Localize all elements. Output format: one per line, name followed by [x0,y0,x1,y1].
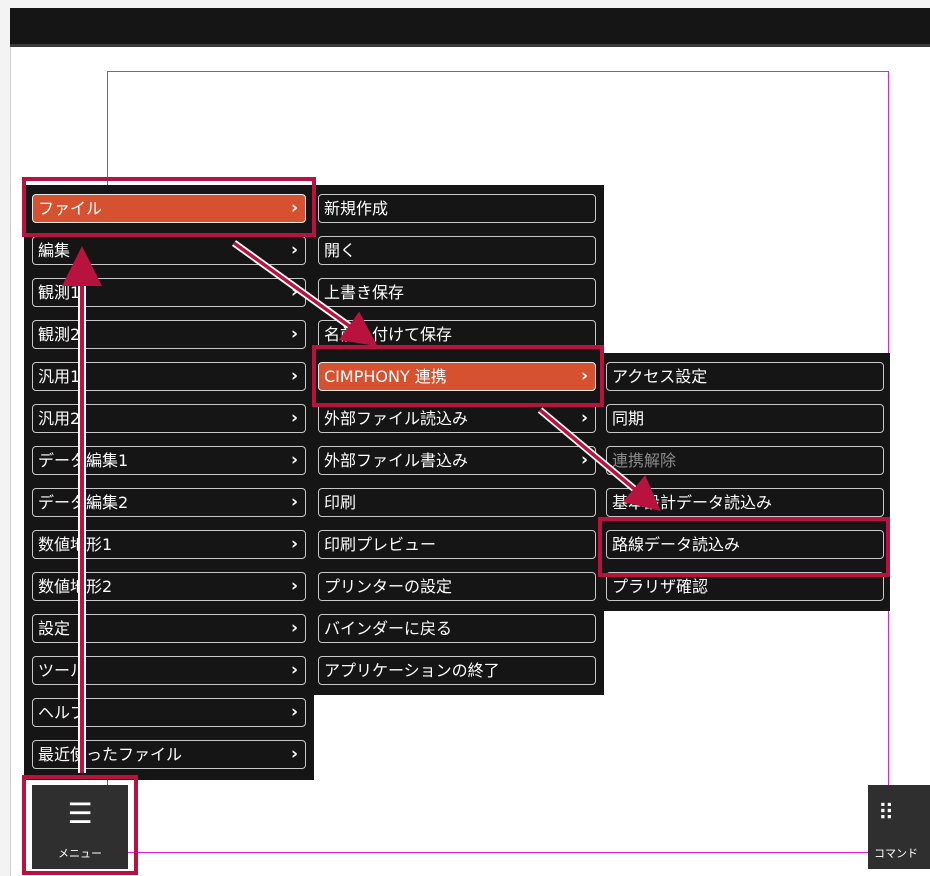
command-button-label: コマンド [874,847,918,860]
menu-item-edit[interactable]: 編集 › [32,236,306,265]
submenu-item-printer-settings[interactable]: プリンターの設定 [318,572,596,601]
title-bar [10,8,930,47]
grid-dots-icon: ⠿ [878,801,895,826]
submenu-item-import-external[interactable]: 外部ファイル読込み › [318,404,596,433]
chevron-right-icon: › [290,198,298,218]
chevron-right-icon: › [580,450,588,470]
menu-item-data-edit2[interactable]: データ編集2 › [32,488,306,517]
submenu-item-back-to-binder[interactable]: バインダーに戻る [318,614,596,643]
menu-item-terrain2[interactable]: 数値地形2 › [32,572,306,601]
submenu-item-export-external[interactable]: 外部ファイル書込み › [318,446,596,475]
chevron-right-icon: › [580,408,588,428]
menu-item-observation1[interactable]: 観測1 › [32,278,306,307]
menu-item-settings[interactable]: 設定 › [32,614,306,643]
chevron-right-icon: › [290,366,298,386]
chevron-right-icon: › [580,366,588,386]
chevron-right-icon: › [290,576,298,596]
submenu-item-new[interactable]: 新規作成 [318,194,596,223]
menu-item-tools[interactable]: ツール › [32,656,306,685]
menu-item-help[interactable]: ヘルプ › [32,698,306,727]
menu-button[interactable]: ☰ メニュー [32,785,128,869]
cimphony-item-access-settings[interactable]: アクセス設定 [606,362,884,391]
menu-item-recent-files[interactable]: 最近使ったファイル › [32,740,306,769]
list-icon: ☰ [67,797,93,830]
submenu-item-print[interactable]: 印刷 [318,488,596,517]
chevron-right-icon: › [290,450,298,470]
cimphony-item-plaza-check[interactable]: プラリザ確認 [606,572,884,601]
chevron-right-icon: › [290,618,298,638]
menu-item-data-edit1[interactable]: データ編集1 › [32,446,306,475]
chevron-right-icon: › [290,702,298,722]
chevron-right-icon: › [290,282,298,302]
chevron-right-icon: › [290,240,298,260]
chevron-right-icon: › [290,534,298,554]
chevron-right-icon: › [290,744,298,764]
menu-item-general2[interactable]: 汎用2 › [32,404,306,433]
command-button[interactable]: ⠿ コマンド [868,785,930,869]
cimphony-item-route-data-import[interactable]: 路線データ読込み [606,530,884,559]
submenu-item-print-preview[interactable]: 印刷プレビュー [318,530,596,559]
submenu-item-save-as[interactable]: 名前を付けて保存 [318,320,596,349]
main-menu-panel [24,185,314,780]
menu-button-label: メニュー [58,847,102,860]
chevron-right-icon: › [290,660,298,680]
chevron-right-icon: › [290,408,298,428]
menu-item-file[interactable]: ファイル › [32,194,306,223]
submenu-item-save[interactable]: 上書き保存 [318,278,596,307]
cimphony-item-unlink[interactable]: 連携解除 [606,446,884,475]
submenu-item-open[interactable]: 開く [318,236,596,265]
menu-item-observation2[interactable]: 観測2 › [32,320,306,349]
menu-item-general1[interactable]: 汎用1 › [32,362,306,391]
chevron-right-icon: › [290,324,298,344]
cimphony-item-sync[interactable]: 同期 [606,404,884,433]
cimphony-item-basic-design-import[interactable]: 基本設計データ読込み [606,488,884,517]
submenu-item-exit-app[interactable]: アプリケーションの終了 [318,656,596,685]
chevron-right-icon: › [290,492,298,512]
submenu-item-cimphony[interactable]: CIMPHONY 連携 › [318,362,596,391]
menu-item-terrain1[interactable]: 数値地形1 › [32,530,306,559]
